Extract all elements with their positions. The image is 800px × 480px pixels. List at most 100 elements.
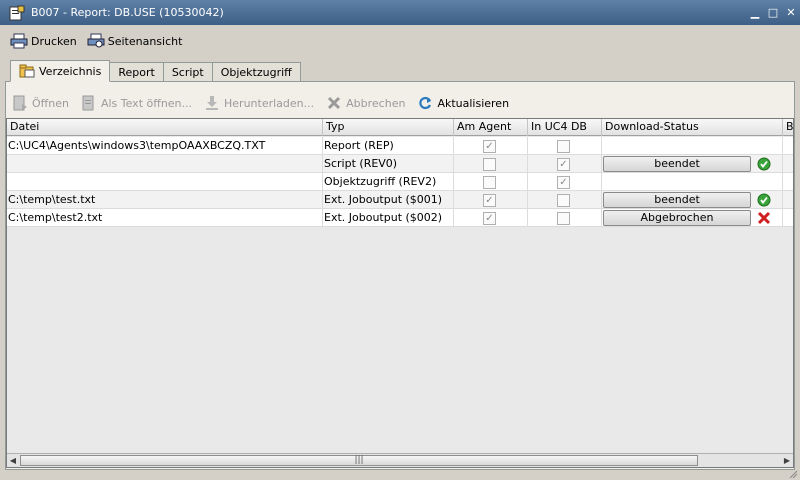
in-uc4-db-checkbox[interactable] (557, 212, 570, 225)
column-header-in-uc4-db[interactable]: In UC4 DB (528, 119, 602, 136)
column-header-typ[interactable]: Typ (323, 119, 454, 136)
in-uc4-db-checkbox[interactable]: ✓ (557, 158, 570, 171)
cancel-button[interactable]: Abbrechen (326, 95, 405, 111)
print-button[interactable]: Drucken (10, 33, 77, 49)
download-status-button[interactable]: Abgebrochen (603, 210, 751, 226)
table-row[interactable]: Objektzugriff (REV2) ✓ (7, 173, 793, 191)
cell-be (783, 155, 793, 173)
cell-in-uc4-db: ✓ (528, 155, 602, 173)
cell-in-uc4-db (528, 137, 602, 155)
cell-datei (7, 173, 323, 191)
tab-strip: Verzeichnis Report Script Objektzugriff (10, 60, 301, 82)
title-bar: B007 - Report: DB.USE (10530042) ▁ □ ✕ (0, 0, 800, 25)
download-icon (206, 96, 219, 110)
table-header: Datei Typ Am Agent In UC4 DB Download-St… (7, 119, 793, 136)
text-file-icon (82, 95, 94, 111)
cell-be (783, 137, 793, 155)
cell-typ: Script (REV0) (323, 155, 454, 173)
tab-label: Objektzugriff (220, 66, 292, 79)
cell-be (783, 209, 793, 227)
directory-table: Datei Typ Am Agent In UC4 DB Download-St… (6, 118, 794, 468)
open-as-text-button[interactable]: Als Text öffnen... (81, 95, 192, 111)
print-label: Drucken (31, 34, 77, 48)
table-row[interactable]: Script (REV0) ✓ beendet (7, 155, 793, 173)
cell-datei: C:\temp\test2.txt (7, 209, 323, 227)
menu-bar: Drucken Seitenansicht (0, 25, 800, 57)
refresh-label: Aktualisieren (437, 96, 510, 110)
cell-typ: Ext. Joboutput ($002) (323, 209, 454, 227)
in-uc4-db-checkbox[interactable] (557, 194, 570, 207)
am-agent-checkbox[interactable]: ✓ (483, 194, 496, 207)
open-as-text-label: Als Text öffnen... (100, 96, 193, 110)
table-row[interactable]: C:\temp\test2.txt Ext. Joboutput ($002) ✓ A… (7, 209, 793, 227)
cell-be (783, 191, 793, 209)
cell-in-uc4-db: ✓ (528, 173, 602, 191)
download-status-button[interactable]: beendet (603, 156, 751, 172)
tab-script[interactable]: Script (162, 62, 213, 82)
cell-datei: C:\temp\test.txt (7, 191, 323, 209)
cell-download-status (602, 137, 783, 155)
open-button[interactable]: Öffnen (12, 95, 69, 111)
tab-objektzugriff[interactable]: Objektzugriff (211, 62, 301, 82)
open-label: Öffnen (32, 96, 69, 110)
am-agent-checkbox[interactable]: ✓ (483, 140, 496, 153)
cell-am-agent (454, 173, 528, 191)
cell-am-agent: ✓ (454, 191, 528, 209)
tab-report[interactable]: Report (109, 62, 164, 82)
download-button[interactable]: Herunterladen... (204, 95, 314, 111)
error-x-icon (757, 211, 771, 225)
download-label: Herunterladen... (224, 96, 315, 110)
cell-am-agent (454, 155, 528, 173)
cell-be (783, 173, 793, 191)
success-check-icon (757, 193, 771, 207)
open-file-icon (13, 95, 27, 111)
scroll-left-arrow-icon[interactable]: ◀ (7, 455, 19, 466)
refresh-button[interactable]: Aktualisieren (417, 95, 509, 111)
resize-grip-icon[interactable] (786, 470, 798, 478)
in-uc4-db-checkbox[interactable] (557, 140, 570, 153)
cell-in-uc4-db (528, 209, 602, 227)
cell-typ: Objektzugriff (REV2) (323, 173, 454, 191)
tab-label: Verzeichnis (39, 64, 102, 78)
cell-download-status (602, 173, 783, 191)
minimize-button[interactable]: ▁ (746, 4, 764, 22)
cell-download-status: beendet (602, 191, 783, 209)
maximize-button[interactable]: □ (764, 4, 782, 22)
printer-icon (10, 33, 28, 49)
horizontal-scrollbar[interactable]: ◀ ||| ▶ (7, 453, 793, 467)
column-header-am-agent[interactable]: Am Agent (454, 119, 528, 136)
print-preview-button[interactable]: Seitenansicht (87, 33, 183, 49)
window-title: B007 - Report: DB.USE (10530042) (31, 6, 224, 19)
am-agent-checkbox[interactable]: ✓ (483, 212, 496, 225)
column-header-be[interactable]: Be (783, 119, 793, 136)
cell-typ: Ext. Joboutput ($001) (323, 191, 454, 209)
scroll-right-arrow-icon[interactable]: ▶ (781, 455, 793, 466)
print-preview-icon (87, 33, 105, 48)
folder-list-icon (19, 64, 35, 78)
directory-toolbar: Öffnen Als Text öffnen... Herunterladen.… (12, 92, 509, 114)
am-agent-checkbox[interactable] (483, 176, 496, 189)
in-uc4-db-checkbox[interactable]: ✓ (557, 176, 570, 189)
am-agent-checkbox[interactable] (483, 158, 496, 171)
cell-datei: C:\UC4\Agents\windows3\tempOAAXBCZQ.TXT (7, 137, 323, 155)
success-check-icon (757, 157, 771, 171)
tab-label: Report (118, 66, 155, 79)
cell-am-agent: ✓ (454, 137, 528, 155)
table-row[interactable]: C:\temp\test.txt Ext. Joboutput ($001) ✓ be… (7, 191, 793, 209)
cell-in-uc4-db (528, 191, 602, 209)
column-header-download-status[interactable]: Download-Status (602, 119, 783, 136)
column-header-datei[interactable]: Datei (7, 119, 323, 136)
tab-label: Script (171, 66, 204, 79)
cell-am-agent: ✓ (454, 209, 528, 227)
cell-datei (7, 155, 323, 173)
cell-typ: Report (REP) (323, 137, 454, 155)
tab-verzeichnis[interactable]: Verzeichnis (10, 60, 111, 82)
scrollbar-thumb[interactable]: ||| (20, 455, 698, 466)
cancel-x-icon (328, 96, 341, 110)
cell-download-status: Abgebrochen (602, 209, 783, 227)
close-button[interactable]: ✕ (782, 4, 800, 22)
print-preview-label: Seitenansicht (107, 34, 183, 48)
table-row[interactable]: C:\UC4\Agents\windows3\tempOAAXBCZQ.TXT R… (7, 137, 793, 155)
report-app-icon (9, 5, 25, 20)
download-status-button[interactable]: beendet (603, 192, 751, 208)
